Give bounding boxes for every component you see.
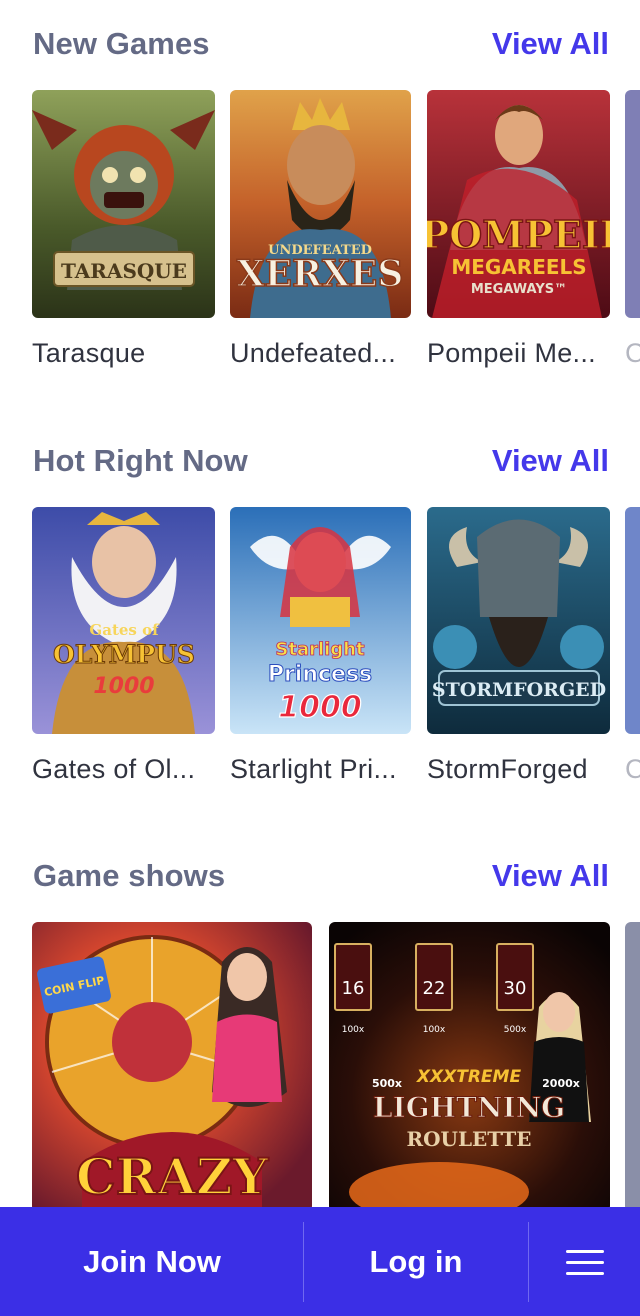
game-title: Undefeated... [230,338,397,368]
multiplier-number: 16 [342,978,365,999]
section-title: New Games [33,26,210,61]
game-carousel[interactable]: Gates of OLYMPUS 1000 Gates of Ol... Sta… [32,507,640,807]
view-all-link[interactable]: View All [492,443,609,479]
multiplier-number: 30 [504,978,527,999]
game-logo-text: XERXES [237,253,404,295]
game-thumbnail[interactable]: Gates of OLYMPUS 1000 [32,507,215,734]
game-logo-subtext-2: ROULETTE [406,1127,531,1151]
game-thumbnail[interactable]: POMPEII MEGAREELS MEGAWAYS™ [427,90,610,318]
multiplier-label: 100x [342,1025,365,1035]
section-title: Game shows [33,858,226,893]
game-title: StormForged [427,754,588,784]
hamburger-menu-icon[interactable] [566,1250,604,1276]
game-logo-subtext-2: MEGAWAYS™ [471,282,567,297]
bottom-action-bar: Join Now Log in [0,1207,640,1316]
game-title: C [625,338,640,369]
join-now-button[interactable]: Join Now [0,1207,304,1316]
side-multiplier: 2000x [542,1077,580,1090]
game-card-undefeated-xerxes[interactable]: UNDEFEATED XERXES Undefeated... [230,90,411,369]
game-title: Tarasque [32,338,146,368]
game-title: Pompeii Me... [427,338,596,368]
game-thumbnail[interactable]: UNDEFEATED XERXES [230,90,411,318]
game-card-partial[interactable]: C [625,90,640,369]
game-logo-number: 1000 [278,690,362,725]
game-thumbnail[interactable]: COIN FLIP CRAZY [32,922,312,1212]
game-thumbnail[interactable] [625,507,640,734]
game-logo-text: TARASQUE [61,259,187,283]
multiplier-label: 100x [423,1025,446,1035]
game-logo-text: STORMFORGED [432,679,606,701]
game-logo-text: OLYMPUS [53,640,195,669]
game-logo-number: 1000 [93,674,154,699]
section-hot-right-now: Hot Right Now View All Gates of OLYMPUS … [0,443,640,803]
game-thumbnail[interactable]: STORMFORGED [427,507,610,734]
game-card-partial[interactable]: C [625,507,640,785]
game-logo-subtext: Starlight [275,639,365,660]
game-logo-text: CRAZY [76,1147,270,1206]
view-all-link[interactable]: View All [492,858,609,894]
game-logo-text: LIGHTNING [373,1091,565,1124]
game-title: Gates of Ol... [32,754,196,784]
game-logo-subtext: MEGAREELS [451,255,586,279]
section-game-shows: Game shows View All COIN FLIP CRAZY 16 2… [0,858,640,1218]
game-card-pompeii[interactable]: POMPEII MEGAREELS MEGAWAYS™ Pompeii Me..… [427,90,610,369]
game-card-stormforged[interactable]: STORMFORGED StormForged [427,507,610,785]
game-card-gates-of-olympus[interactable]: Gates of OLYMPUS 1000 Gates of Ol... [32,507,215,785]
log-in-button[interactable]: Log in [304,1207,528,1316]
game-thumbnail[interactable] [625,90,640,318]
game-logo-text: Princess [268,662,372,687]
game-title: Starlight Pri... [230,754,397,784]
game-card-xxxtreme-lightning-roulette[interactable]: 16 22 30 100x 100x 500x 500x 2000x XXXTR… [329,922,610,1212]
game-logo-subtext: Gates of [89,621,160,639]
game-logo-text: POMPEII [427,212,610,257]
game-thumbnail[interactable]: 16 22 30 100x 100x 500x 500x 2000x XXXTR… [329,922,610,1212]
game-carousel[interactable]: TARASQUE Tarasque UNDEFEATED XERXES Unde… [32,90,640,390]
section-header: Game shows View All [33,858,609,898]
game-thumbnail[interactable] [625,922,640,1212]
section-title: Hot Right Now [33,443,248,478]
section-new-games: New Games View All TARASQUE Tarasque UND… [0,26,640,386]
divider [528,1222,529,1302]
game-logo-subtext: XXXTREME [416,1067,522,1087]
game-carousel[interactable]: COIN FLIP CRAZY 16 22 30 100x 100x 500x … [32,922,640,1222]
game-thumbnail[interactable]: TARASQUE [32,90,215,318]
multiplier-number: 22 [423,978,446,999]
game-card-tarasque[interactable]: TARASQUE Tarasque [32,90,215,369]
game-thumbnail[interactable]: Starlight Princess 1000 [230,507,411,734]
game-card-partial[interactable] [625,922,640,1212]
side-multiplier: 500x [372,1077,402,1090]
view-all-link[interactable]: View All [492,26,609,62]
game-card-starlight-princess[interactable]: Starlight Princess 1000 Starlight Pri... [230,507,411,785]
section-header: Hot Right Now View All [33,443,609,483]
game-title: C [625,754,640,785]
section-header: New Games View All [33,26,609,66]
game-card-crazy-time[interactable]: COIN FLIP CRAZY [32,922,312,1212]
multiplier-label: 500x [504,1025,527,1035]
